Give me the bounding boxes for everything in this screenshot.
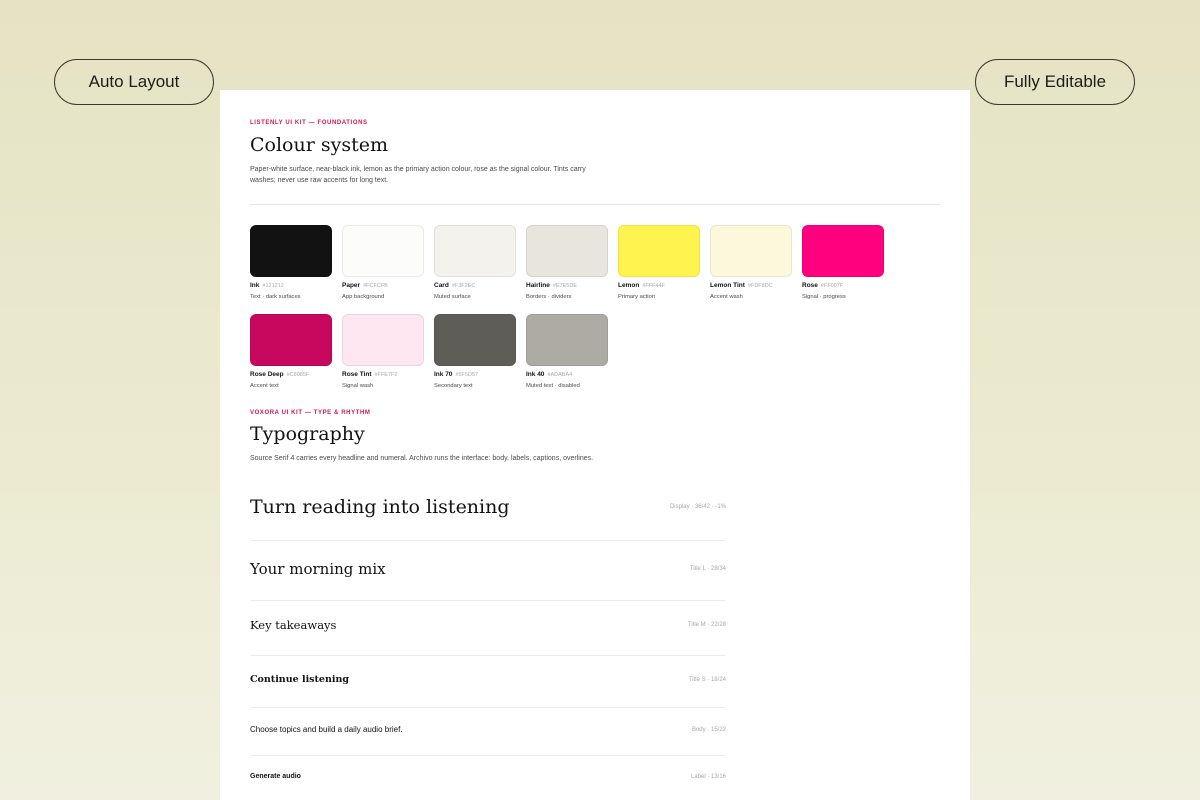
type-scale-row: Turn reading into listening Display · 36/… [250, 496, 726, 518]
type-sample: Turn reading into listening [250, 496, 510, 518]
swatch-chip [618, 225, 700, 277]
type-scale-row: Your morning mix Title L · 28/34 [250, 560, 726, 578]
colour-section-overline: LISTENLY UI KIT — FOUNDATIONS [250, 120, 368, 126]
swatch-rose-deep: Rose Deep #C8085F Accent text [250, 314, 332, 389]
swatch-hex: #FFF44F [642, 283, 665, 289]
type-sample: Your morning mix [250, 560, 386, 578]
type-section-description: Source Serif 4 carries every headline an… [250, 455, 594, 462]
auto-layout-badge: Auto Layout [54, 59, 214, 105]
swatch-name: Rose Tint [342, 371, 372, 378]
swatch-label: Rose #FF007F [802, 282, 884, 289]
swatch-chip [526, 314, 608, 366]
swatch-rose: Rose #FF007F Signal · progress [802, 225, 884, 300]
type-spec: Title M · 22/28 [687, 622, 726, 628]
type-row-divider [250, 600, 726, 601]
type-section-overline: VOXORA UI KIT — TYPE & RHYTHM [250, 410, 371, 416]
swatch-ink-40: Ink 40 #ADABA4 Muted text · disabled [526, 314, 608, 389]
type-sample: Key takeaways [250, 618, 337, 632]
swatch-label: Ink 70 #5F5D57 [434, 371, 516, 378]
swatch-chip [710, 225, 792, 277]
section-divider [250, 204, 940, 205]
colour-section-description: Paper-white surface, near-black ink, lem… [250, 166, 586, 184]
swatch-ink-70: Ink 70 #5F5D57 Secondary text [434, 314, 516, 389]
swatch-label: Lemon Tint #FDF8DC [710, 282, 792, 289]
swatch-label: Ink #121212 [250, 282, 332, 289]
swatch-role: Text · dark surfaces [250, 294, 301, 300]
swatch-hex: #E7E5DE [552, 283, 577, 289]
swatch-chip [434, 314, 516, 366]
swatch-name: Ink 70 [434, 371, 453, 378]
type-scale-row: Key takeaways Title M · 22/28 [250, 618, 726, 632]
type-row-divider [250, 655, 726, 656]
swatch-name: Rose [802, 282, 818, 289]
swatch-hex: #F3F2EC [451, 283, 476, 289]
swatch-role: Primary action [618, 294, 656, 300]
type-spec: Label · 13/16 [690, 773, 726, 780]
swatch-label: Paper #FCFCFB [342, 282, 424, 289]
swatch-name: Paper [342, 282, 361, 289]
swatch-role: Borders · dividers [526, 294, 572, 300]
swatch-hairline: Hairline #E7E5DE Borders · dividers [526, 225, 608, 300]
swatch-hex: #FFE7F2 [374, 372, 398, 378]
swatch-hex: #5F5D57 [455, 372, 479, 378]
swatch-hex: #121212 [262, 283, 284, 289]
swatch-lemon-tint: Lemon Tint #FDF8DC Accent wash [710, 225, 792, 300]
colour-section-title: Colour system [250, 134, 388, 156]
type-row-divider [250, 540, 726, 541]
swatch-hex: #C8085F [286, 372, 310, 378]
style-guide-sheet: LISTENLY UI KIT — FOUNDATIONS Colour sys… [220, 90, 970, 800]
swatch-name: Rose Deep [250, 371, 284, 378]
swatch-chip [250, 225, 332, 277]
type-row-divider [250, 707, 726, 708]
type-spec: Title L · 28/34 [689, 566, 726, 572]
swatch-lemon: Lemon #FFF44F Primary action [618, 225, 700, 300]
swatch-label: Lemon #FFF44F [618, 282, 700, 289]
swatch-chip [434, 225, 516, 277]
swatch-role: Signal wash [342, 383, 374, 389]
swatch-rose-tint: Rose Tint #FFE7F2 Signal wash [342, 314, 424, 389]
swatch-chip [802, 225, 884, 277]
swatch-hex: #FF007F [820, 283, 844, 289]
swatch-ink: Ink #121212 Text · dark surfaces [250, 225, 332, 300]
swatch-hex: #FCFCFB [363, 283, 388, 289]
swatch-name: Hairline [526, 282, 550, 289]
swatch-role: Muted text · disabled [526, 383, 580, 389]
swatch-name: Lemon Tint [710, 282, 745, 289]
type-sample: Continue listening [250, 674, 350, 685]
swatch-role: Secondary text [434, 383, 473, 389]
swatch-role: Accent wash [710, 294, 743, 300]
swatch-paper: Paper #FCFCFB App background [342, 225, 424, 300]
swatch-label: Rose Deep #C8085F [250, 371, 332, 378]
type-sample: Choose topics and build a daily audio br… [250, 725, 403, 734]
swatch-label: Hairline #E7E5DE [526, 282, 608, 289]
type-scale-row: Choose topics and build a daily audio br… [250, 725, 726, 734]
swatch-hex: #FDF8DC [747, 283, 773, 289]
swatch-name: Ink 40 [526, 371, 545, 378]
swatch-card: Card #F3F2EC Muted surface [434, 225, 516, 300]
swatch-label: Card #F3F2EC [434, 282, 516, 289]
type-spec: Title S · 18/24 [688, 676, 726, 683]
type-spec: Body · 15/22 [691, 726, 726, 733]
type-section-title: Typography [250, 423, 365, 445]
swatch-role: Accent text [250, 383, 279, 389]
type-sample: Generate audio [250, 773, 301, 780]
swatch-chip [526, 225, 608, 277]
swatch-name: Ink [250, 282, 260, 289]
type-scale-row: Generate audio Label · 13/16 [250, 773, 726, 780]
swatch-name: Card [434, 282, 449, 289]
type-spec: Display · 36/42 · -1% [669, 504, 726, 510]
swatch-role: Muted surface [434, 294, 471, 300]
swatch-label: Rose Tint #FFE7F2 [342, 371, 424, 378]
swatch-name: Lemon [618, 282, 640, 289]
swatch-role: App background [342, 294, 385, 300]
fully-editable-badge: Fully Editable [975, 59, 1135, 105]
type-row-divider [250, 755, 726, 756]
type-scale-row: Continue listening Title S · 18/24 [250, 674, 726, 685]
swatch-chip [342, 225, 424, 277]
swatch-chip [342, 314, 424, 366]
swatch-role: Signal · progress [802, 294, 846, 300]
swatch-hex: #ADABA4 [547, 372, 573, 378]
swatch-label: Ink 40 #ADABA4 [526, 371, 608, 378]
swatch-chip [250, 314, 332, 366]
